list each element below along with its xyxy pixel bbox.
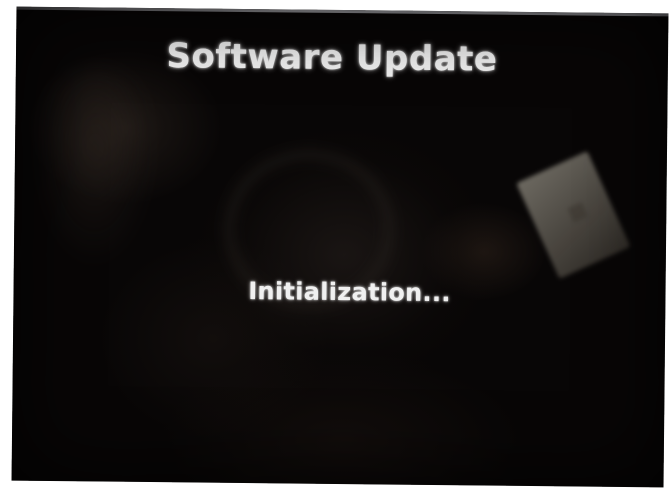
page-title: Software Update [166, 36, 498, 80]
display-screen: Software Update Initialization... [11, 6, 669, 488]
reflection-hand [33, 66, 156, 269]
photo-frame: Software Update Initialization... [0, 0, 670, 489]
